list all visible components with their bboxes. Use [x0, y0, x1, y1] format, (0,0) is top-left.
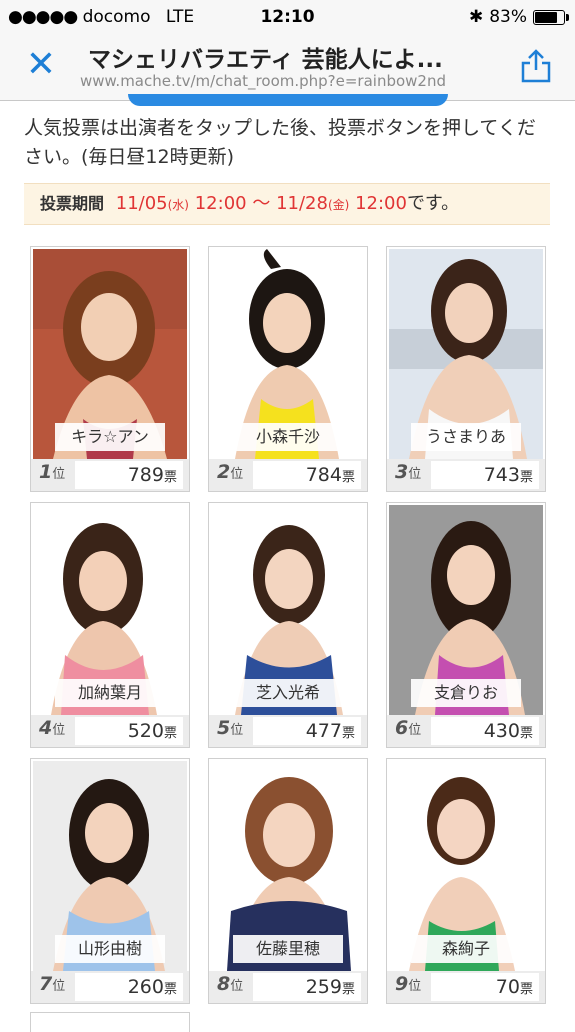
intro-text: 人気投票は出演者をタップした後、投票ボタンを押してください。(毎日昼12時更新) — [24, 117, 536, 168]
rank-number: 9位 — [395, 973, 422, 995]
vote-count: 477票 — [253, 717, 361, 745]
browser-nav-bar: ✕ マシェリバラエティ 芸能人によ... www.mache.tv/m/chat… — [0, 34, 575, 101]
period-start-dow: (水) — [167, 198, 189, 212]
period-start-date: 11/05 — [115, 193, 168, 214]
candidate-name: うさまりあ — [411, 423, 521, 451]
rank-row: 3位 743票 — [387, 459, 545, 491]
vote-count: 260票 — [75, 973, 183, 1001]
close-icon[interactable]: ✕ — [22, 46, 60, 84]
period-separator: 〜 — [252, 193, 271, 214]
battery-icon — [533, 9, 569, 25]
period-end-dow: (金) — [327, 198, 350, 212]
next-candidate-card[interactable] — [30, 1012, 190, 1032]
candidate-name: 小森千沙 — [233, 423, 343, 451]
vote-count: 789票 — [75, 461, 183, 489]
candidate-card[interactable]: 芝入光希 5位 477票 — [208, 502, 368, 748]
vote-count: 784票 — [253, 461, 361, 489]
vote-count: 70票 — [431, 973, 539, 1001]
candidate-card[interactable]: キラ☆アン 1位 789票 — [30, 246, 190, 492]
candidate-card[interactable]: 加納葉月 4位 520票 — [30, 502, 190, 748]
rank-row: 6位 430票 — [387, 715, 545, 747]
candidate-card[interactable]: うさまりあ 3位 743票 — [386, 246, 546, 492]
rank-row: 5位 477票 — [209, 715, 367, 747]
page-url[interactable]: www.mache.tv/m/chat_room.php?e=rainbow2n… — [80, 72, 500, 90]
rank-number: 2位 — [217, 461, 244, 483]
rank-number: 7位 — [39, 973, 66, 995]
candidate-name: 佐藤里穂 — [233, 935, 343, 963]
candidate-card[interactable]: 佐藤里穂 8位 259票 — [208, 758, 368, 1004]
candidate-card[interactable]: 山形由樹 7位 260票 — [30, 758, 190, 1004]
rank-row: 1位 789票 — [31, 459, 189, 491]
candidate-name: 支倉りお — [411, 679, 521, 707]
rank-number: 4位 — [39, 717, 66, 739]
page-title: マシェリバラエティ 芸能人によ... — [88, 47, 443, 73]
rank-number: 1位 — [39, 461, 66, 483]
voting-period: 投票期間 11/05(水) 12:00 〜 11/28(金) 12:00です。 — [24, 183, 550, 225]
rank-row: 9位 70票 — [387, 971, 545, 1003]
candidate-card[interactable]: 小森千沙 2位 784票 — [208, 246, 368, 492]
battery-fill — [535, 11, 557, 23]
period-start-time: 12:00 — [194, 193, 247, 214]
rank-row: 8位 259票 — [209, 971, 367, 1003]
period-end-date: 11/28 — [276, 193, 328, 214]
period-suffix: です。 — [406, 193, 460, 214]
period-end-time: 12:00 — [355, 193, 407, 214]
candidate-name: 山形由樹 — [55, 935, 165, 963]
rank-row: 2位 784票 — [209, 459, 367, 491]
rank-row: 7位 260票 — [31, 971, 189, 1003]
vote-count: 259票 — [253, 973, 361, 1001]
candidate-card[interactable]: 支倉りお 6位 430票 — [386, 502, 546, 748]
vote-count: 430票 — [431, 717, 539, 745]
candidate-card[interactable]: 森絢子 9位 70票 — [386, 758, 546, 1004]
candidate-name: 芝入光希 — [233, 679, 343, 707]
rank-number: 6位 — [395, 717, 422, 739]
vote-count: 520票 — [75, 717, 183, 745]
battery-percent: 83% — [489, 7, 527, 27]
vote-button-edge[interactable] — [128, 94, 448, 106]
period-label: 投票期間 — [40, 194, 105, 213]
candidate-name: キラ☆アン — [55, 423, 165, 451]
rank-number: 5位 — [217, 717, 244, 739]
rank-row: 4位 520票 — [31, 715, 189, 747]
rank-number: 8位 — [217, 973, 244, 995]
candidate-name: 加納葉月 — [55, 679, 165, 707]
bluetooth-icon: ✱ — [468, 7, 484, 27]
rank-number: 3位 — [395, 461, 422, 483]
candidate-name: 森絢子 — [411, 935, 521, 963]
status-bar: ●●●●● docomo LTE 12:10 ✱ 83% — [0, 0, 575, 34]
share-icon[interactable] — [519, 48, 553, 84]
vote-count: 743票 — [431, 461, 539, 489]
